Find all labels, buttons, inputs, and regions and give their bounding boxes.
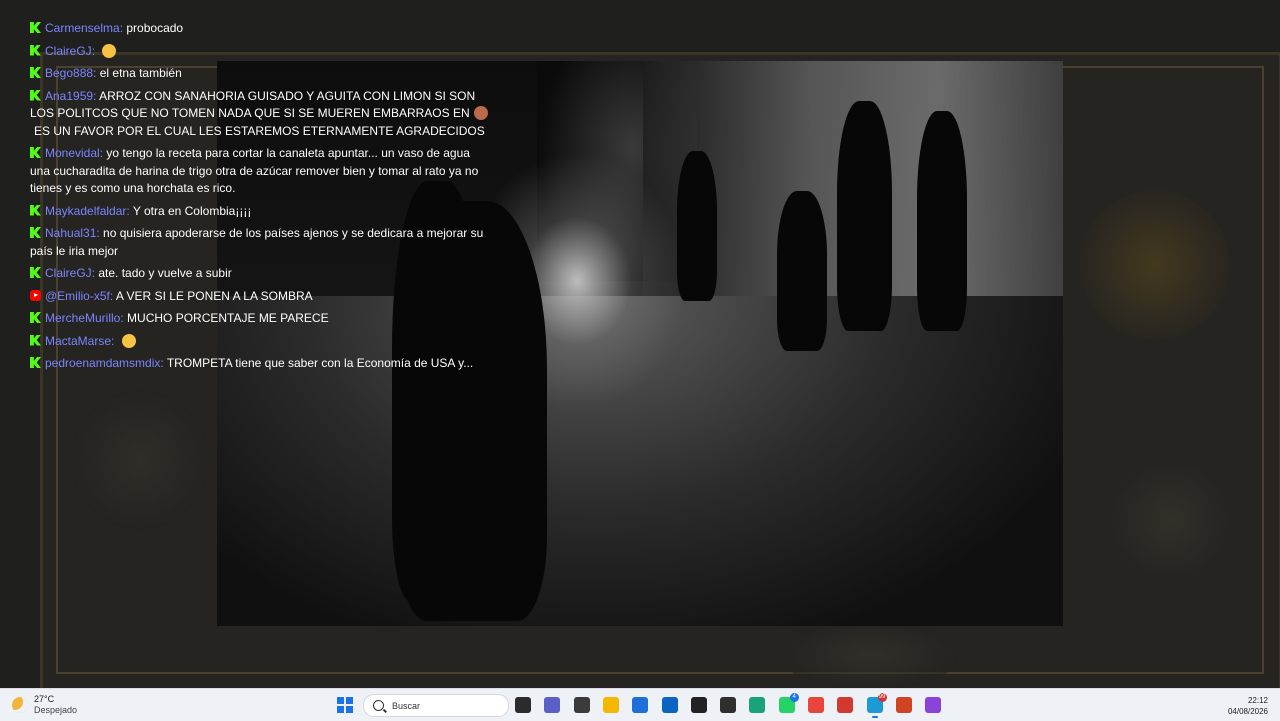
clock-time: 22:12 — [1247, 696, 1268, 705]
app-cube-icon[interactable] — [720, 697, 737, 713]
chat-message: @Emilio-x5f: A VER SI LE PONEN A LA SOMB… — [30, 288, 492, 306]
kick-icon — [30, 67, 41, 78]
obs-icon[interactable] — [690, 697, 707, 713]
ornament-flower — [1080, 190, 1230, 340]
chat-username[interactable]: Nahual31 — [45, 226, 96, 240]
powerpoint-icon[interactable] — [895, 697, 912, 713]
thinking-emoji — [102, 43, 117, 58]
chat-message: ClaireGJ: ate. tado y vuelve a subir — [30, 265, 492, 283]
chat-message: pedroenamdamsmdix: TROMPETA tiene que sa… — [30, 355, 492, 370]
chat-username[interactable]: Maykadelfaldar — [45, 204, 126, 218]
chat-message: ClaireGJ: — [30, 43, 492, 61]
kick-icon — [30, 312, 41, 323]
kick-icon — [30, 147, 41, 158]
chrome-profile-icon[interactable] — [837, 697, 854, 713]
chat-username[interactable]: Monevidal — [45, 146, 100, 160]
chat-text: Y otra en Colombia¡¡¡¡ — [132, 203, 252, 218]
weather-temp: 27°C — [34, 694, 55, 704]
chat-text: ES UN FAVOR POR EL CUAL LES ESTAREMOS ET… — [34, 123, 485, 138]
weather-widget[interactable]: 27°C Despejado — [12, 694, 77, 716]
edge-icon[interactable] — [749, 697, 766, 713]
stream-canvas: Carmenselma: probocado ClaireGJ: Bego888:… — [0, 0, 1280, 688]
chat-text: probocado — [126, 21, 184, 35]
chat-username[interactable]: Carmenselma — [45, 21, 120, 35]
chat-username[interactable]: MercheMurillo — [45, 311, 120, 325]
task-view-icon[interactable] — [515, 697, 531, 713]
ornament-flower — [70, 390, 210, 530]
teams-icon[interactable] — [544, 697, 561, 713]
chat-username[interactable]: MactaMarse — [45, 334, 111, 348]
kick-icon — [30, 89, 41, 101]
start-button[interactable] — [337, 697, 353, 713]
whatsapp-icon[interactable]: 4 — [778, 693, 799, 713]
search-box[interactable]: Buscar — [363, 694, 509, 717]
chat-message: MactaMarse: — [30, 333, 492, 351]
clock-date: 04/08/2026 — [1227, 707, 1268, 716]
moon-icon — [12, 697, 28, 713]
snipping-tool-icon[interactable] — [573, 697, 590, 713]
chat-username[interactable]: pedroenamdamsmdix — [45, 356, 160, 370]
kick-icon — [30, 334, 41, 346]
chat-overlay: Carmenselma: probocado ClaireGJ: Bego888:… — [30, 20, 492, 370]
kick-icon — [30, 44, 41, 56]
chat-text: el etna también — [99, 66, 182, 80]
chat-message: Maykadelfaldar: Y otra en Colombia¡¡¡¡ — [30, 203, 492, 221]
chat-username[interactable]: ClaireGJ — [45, 44, 92, 58]
chat-username[interactable]: Bego888 — [45, 66, 93, 80]
search-placeholder: Buscar — [392, 700, 421, 711]
chat-message: Bego888: el etna también — [30, 65, 492, 83]
chat-username[interactable]: Ana1959 — [45, 89, 93, 103]
ornament-flower — [1110, 460, 1230, 580]
windows-logo-icon — [337, 697, 344, 704]
notification-badge: 4 — [789, 693, 799, 702]
poop-emoji — [473, 106, 488, 120]
chat-message: Monevidal: yo tengo la receta para corta… — [30, 146, 479, 195]
chat-message: MercheMurillo: MUCHO PORCENTAJE ME PAREC… — [30, 310, 492, 328]
notification-badge: 99 — [877, 693, 887, 702]
chrome-icon[interactable] — [808, 697, 824, 713]
chat-text: MUCHO PORCENTAJE ME PARECE — [127, 311, 329, 325]
kick-icon — [30, 357, 41, 368]
taskbar: 27°C Despejado Buscar 4 99 22:12 04/08/20… — [0, 688, 1280, 721]
youtube-icon — [30, 289, 41, 301]
app-active-icon[interactable]: 99 — [866, 693, 887, 718]
kick-icon — [30, 22, 41, 33]
file-explorer-icon[interactable] — [602, 697, 619, 713]
search-icon — [373, 700, 384, 711]
chat-message: Carmenselma: probocado — [30, 20, 492, 38]
chat-message: Nahual31: no quisiera apoderarse de los … — [30, 226, 484, 258]
outlook-icon[interactable] — [661, 697, 678, 713]
kick-icon — [30, 227, 41, 238]
chat-text: A VER SI LE PONEN A LA SOMBRA — [115, 288, 313, 303]
chat-text: TROMPETA tiene que saber con la Economía… — [166, 356, 474, 370]
microsoft-store-icon[interactable] — [632, 697, 649, 713]
system-clock[interactable]: 22:12 04/08/2026 — [1228, 695, 1268, 717]
circle-app-icon[interactable] — [925, 697, 942, 713]
chat-username[interactable]: @Emilio-x5f — [45, 289, 110, 303]
kick-icon — [30, 267, 41, 278]
chat-message: Ana1959: ARROZ CON SANAHORIA GUISADO Y A… — [30, 88, 492, 141]
ornament-flower — [780, 620, 960, 688]
chat-username[interactable]: ClaireGJ — [45, 266, 92, 280]
chat-text: ate. tado y vuelve a subir — [98, 266, 232, 280]
hugging-emoji — [121, 333, 136, 348]
kick-icon — [30, 204, 41, 216]
weather-desc: Despejado — [34, 705, 78, 715]
